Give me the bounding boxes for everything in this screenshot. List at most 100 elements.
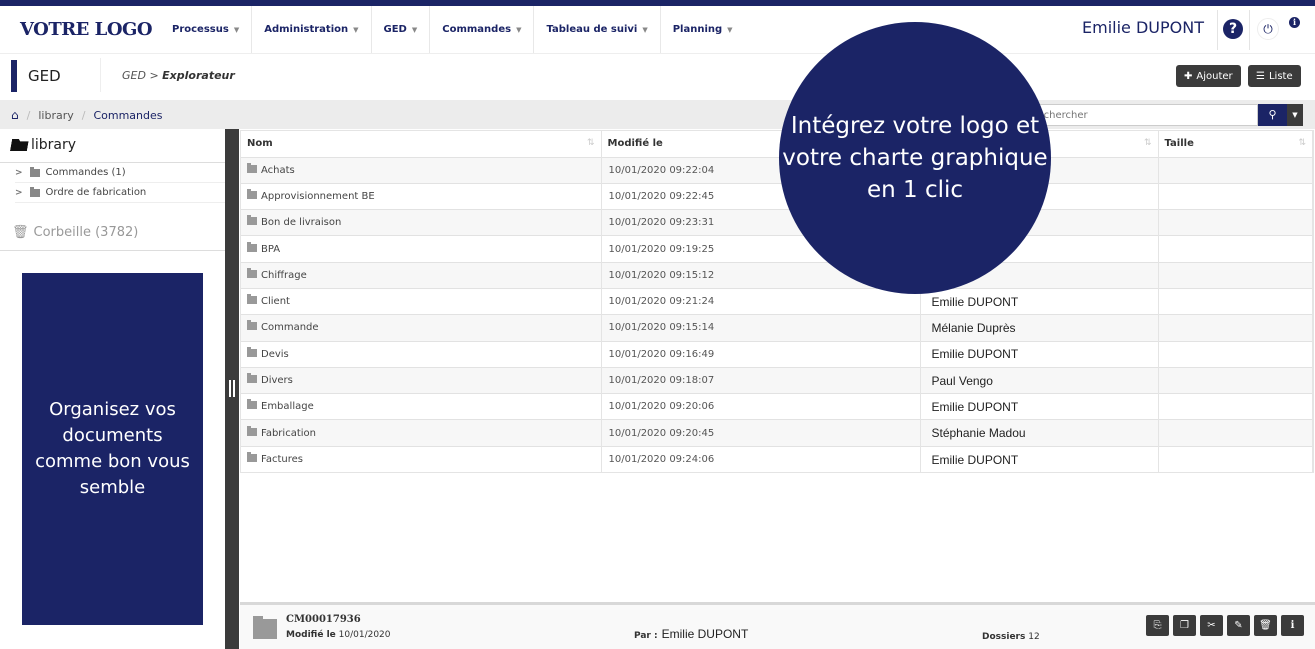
table-row[interactable]: Bon de livraison 10/01/2020 09:23:31 xyxy=(241,209,1313,236)
column-header-name[interactable]: Nom ⇅ xyxy=(241,131,602,157)
table-row[interactable]: Achats 10/01/2020 09:22:04 xyxy=(241,156,1313,184)
cell-modified: 10/01/2020 09:20:45 xyxy=(601,419,921,447)
cell-name[interactable]: Divers xyxy=(241,366,602,394)
folder-icon xyxy=(247,373,257,384)
copy-button[interactable]: ❐ xyxy=(1173,615,1196,636)
menu-tableau-de-suivi[interactable]: Tableau de suivi ▼ xyxy=(534,6,661,53)
breadcrumb-separator: / xyxy=(81,108,86,122)
add-button[interactable]: ✚ Ajouter xyxy=(1176,65,1241,87)
delete-button[interactable]: 🗑 xyxy=(1254,615,1277,636)
table-row[interactable]: Fabrication 10/01/2020 09:20:45 Stéphanie … xyxy=(241,419,1313,447)
drag-handle-icon[interactable] xyxy=(229,380,235,397)
caret-down-icon: ▼ xyxy=(353,25,359,34)
cell-size xyxy=(1158,209,1313,236)
sort-icon[interactable]: ⇅ xyxy=(1144,138,1152,148)
cell-size xyxy=(1158,393,1313,420)
module-title: GED xyxy=(28,67,61,85)
menu-commandes[interactable]: Commandes ▼ xyxy=(430,6,535,53)
cell-name[interactable]: Client xyxy=(241,287,602,315)
menu-administration[interactable]: Administration ▼ xyxy=(252,6,372,53)
divider xyxy=(1217,10,1218,50)
trash-icon: 🗑 xyxy=(1259,620,1272,631)
cell-author: Emilie DUPONT xyxy=(920,340,1159,368)
folder-icon xyxy=(247,267,257,278)
cell-name[interactable]: Achats xyxy=(241,156,602,184)
table-row[interactable]: Divers 10/01/2020 09:18:07 Paul Vengo xyxy=(241,366,1313,394)
tree-item-ordre-de-fabrication[interactable]: > Ordre de fabrication xyxy=(15,183,225,203)
home-icon[interactable]: ⌂ xyxy=(11,108,19,122)
cell-author: Emilie DUPONT xyxy=(920,445,1159,473)
chevron-right-icon[interactable]: > xyxy=(15,188,23,198)
info-icon: i xyxy=(1290,620,1295,631)
cut-button[interactable]: ✂ xyxy=(1200,615,1223,636)
cell-name[interactable]: Commande xyxy=(241,314,602,342)
cell-name[interactable]: Bon de livraison xyxy=(241,209,602,236)
cell-name[interactable]: Devis xyxy=(241,340,602,368)
panel-splitter[interactable] xyxy=(225,129,239,649)
promo-circle: Intégrez votre logo et votre charte grap… xyxy=(779,22,1051,294)
column-header-size[interactable]: Taille ⇅ xyxy=(1158,131,1313,157)
caret-down-icon: ▼ xyxy=(1292,111,1298,119)
cell-size xyxy=(1158,340,1313,368)
author-label: Par : xyxy=(634,631,658,641)
column-label: Taille xyxy=(1164,138,1194,150)
cell-name[interactable]: Emballage xyxy=(241,393,602,420)
list-label: Liste xyxy=(1268,70,1293,82)
search-group: ⚲ ▼ xyxy=(1010,104,1303,126)
main-menu: Processus ▼ Administration ▼ GED ▼ Commande… xyxy=(160,6,745,53)
folder-name: Client xyxy=(261,296,290,308)
tree-item-commandes[interactable]: > Commandes (1) xyxy=(15,163,225,183)
breadcrumb-commandes[interactable]: Commandes xyxy=(93,109,162,122)
sort-icon[interactable]: ⇅ xyxy=(587,138,595,148)
column-label: Nom xyxy=(247,138,273,150)
chevron-right-icon[interactable]: > xyxy=(15,168,23,178)
menu-processus[interactable]: Processus ▼ xyxy=(160,6,253,53)
table-row[interactable]: Commande 10/01/2020 09:15:14 Mélanie Duprè… xyxy=(241,314,1313,342)
search-options-dropdown[interactable]: ▼ xyxy=(1287,104,1303,126)
cell-author: Emilie DUPONT xyxy=(920,393,1159,420)
cell-name[interactable]: Fabrication xyxy=(241,419,602,447)
menu-planning[interactable]: Planning ▼ xyxy=(661,6,745,53)
export-button[interactable]: ⎘ xyxy=(1146,615,1169,636)
logo[interactable]: VOTRE LOGO xyxy=(20,19,153,40)
trash-link[interactable]: 🗑 Corbeille (3782) xyxy=(12,225,138,240)
folder-count-value: 12 xyxy=(1028,632,1040,642)
table-row[interactable]: Devis 10/01/2020 09:16:49 Emilie DUPONT xyxy=(241,340,1313,368)
breadcrumb-library[interactable]: library xyxy=(38,109,73,122)
selected-modified: Modifié le 10/01/2020 xyxy=(286,630,391,640)
table-row[interactable]: Chiffrage 10/01/2020 09:15:12 xyxy=(241,261,1313,289)
cell-name[interactable]: Approvisionnement BE xyxy=(241,182,602,210)
menu-label: Processus xyxy=(172,24,229,35)
info-button[interactable]: i xyxy=(1281,615,1304,636)
path-prefix: GED > xyxy=(122,69,159,82)
column-label: Modifié le xyxy=(607,138,663,150)
menu-ged[interactable]: GED ▼ xyxy=(372,6,431,53)
info-icon[interactable]: i xyxy=(1289,17,1300,28)
path-current: Explorateur xyxy=(162,69,235,82)
table-row[interactable]: Emballage 10/01/2020 09:20:06 Emilie DUPON… xyxy=(241,393,1313,420)
table-row[interactable]: Client 10/01/2020 09:21:24 Emilie DUPONT xyxy=(241,287,1313,315)
folder-icon xyxy=(247,346,257,357)
cell-name[interactable]: BPA xyxy=(241,235,602,263)
promo-banner: Organisez vos documents comme bon vous s… xyxy=(22,273,203,625)
folder-name: Devis xyxy=(261,348,289,360)
table-row[interactable]: Approvisionnement BE 10/01/2020 09:22:45 xyxy=(241,182,1313,210)
edit-button[interactable]: ✎ xyxy=(1227,615,1250,636)
user-name[interactable]: Emilie DUPONT xyxy=(1082,18,1204,37)
folder-count-label: Dossiers xyxy=(982,632,1026,642)
table-row[interactable]: BPA 10/01/2020 09:19:25 xyxy=(241,235,1313,263)
help-icon[interactable]: ? xyxy=(1223,19,1243,39)
breadcrumb: ⌂ / library / Commandes xyxy=(11,108,163,122)
folder-name: Fabrication xyxy=(261,427,316,439)
modified-label: Modifié le xyxy=(286,630,336,640)
sort-icon[interactable]: ⇅ xyxy=(1298,138,1306,148)
divider xyxy=(1249,10,1250,50)
power-icon[interactable]: ⏻ xyxy=(1257,18,1279,40)
list-button[interactable]: ☰ Liste xyxy=(1248,65,1301,87)
cell-name[interactable]: Chiffrage xyxy=(241,261,602,289)
cell-name[interactable]: Factures xyxy=(241,445,602,473)
folder-name: BPA xyxy=(261,243,281,255)
table-row[interactable]: Factures 10/01/2020 09:24:06 Emilie DUPONT xyxy=(241,445,1313,473)
search-button[interactable]: ⚲ xyxy=(1258,104,1287,126)
tree-root-library[interactable]: library xyxy=(11,137,76,153)
